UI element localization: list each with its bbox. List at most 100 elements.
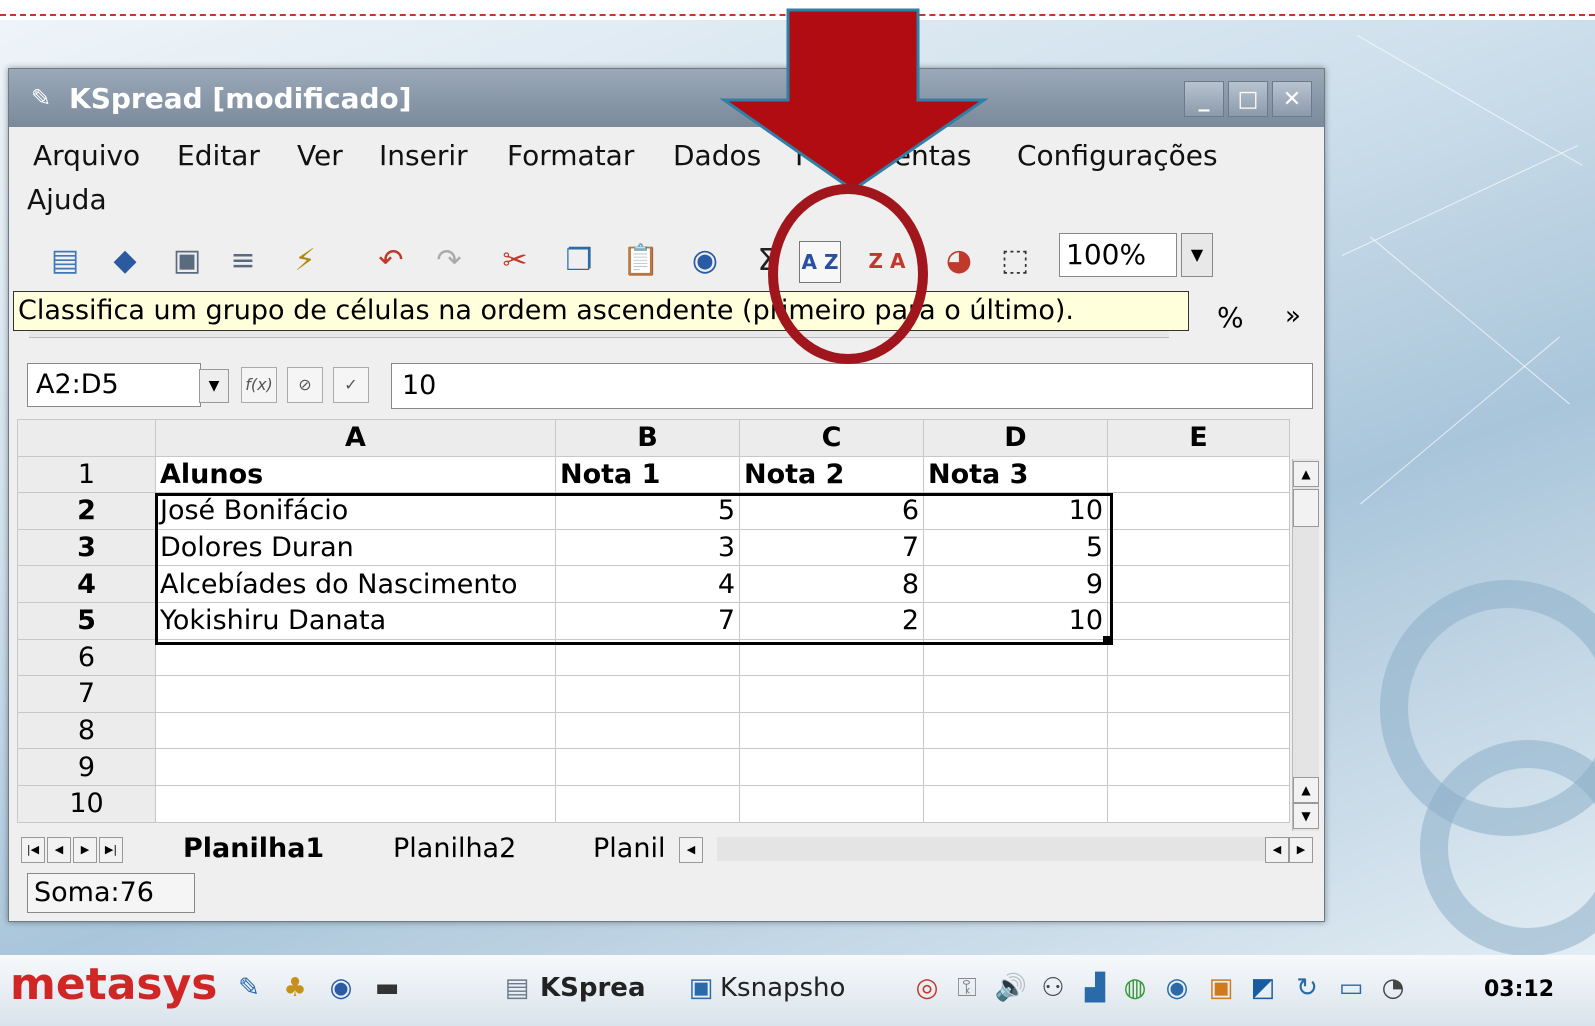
fill-handle[interactable] [1103,636,1111,644]
first-sheet-icon[interactable]: |◀ [21,837,45,863]
tab-planilha3[interactable]: Planil [593,833,665,865]
cell[interactable]: 2 [739,601,924,640]
menu-inserir[interactable]: Inserir [379,139,468,172]
column-header-c[interactable]: C [739,419,924,457]
ksnapshot-task[interactable]: Ksnapsho [720,971,845,1005]
last-sheet-icon[interactable]: ▶| [99,837,123,863]
scroll-thumb[interactable] [1293,489,1319,527]
tab-planilha1[interactable]: Planilha1 [183,833,324,865]
display-icon[interactable]: ▭ [1334,971,1368,1005]
menu-ajuda[interactable]: Ajuda [27,183,107,216]
row-header[interactable]: 4 [17,565,156,603]
tray-icon[interactable]: ◩ [1246,971,1280,1005]
chart-icon[interactable]: ◕ [939,241,979,281]
column-header-b[interactable]: B [555,419,740,457]
cell[interactable] [1107,565,1290,603]
menu-formatar[interactable]: Formatar [507,139,634,172]
accept-edit-icon[interactable]: ✓ [333,367,369,403]
cell[interactable] [923,784,1108,823]
cell[interactable] [1107,784,1290,823]
launcher-icon[interactable]: ♣ [278,971,312,1005]
globe-icon[interactable]: ◉ [1160,971,1194,1005]
ksnapshot-task-icon[interactable]: ▣ [684,971,718,1005]
cell[interactable] [739,748,924,786]
cell[interactable]: 5 [555,492,740,530]
browser-icon[interactable]: ◉ [324,971,358,1005]
cell[interactable]: Nota 2 [739,455,924,494]
lock-icon[interactable]: ⚿ [950,971,984,1005]
menu-editar[interactable]: Editar [177,139,260,172]
previous-sheet-icon[interactable]: ◀ [47,837,71,863]
scroll-right-icon[interactable]: ▶ [1289,837,1313,863]
close-button[interactable]: ✕ [1272,81,1312,117]
autosum-icon[interactable]: Σ [747,241,787,281]
cell[interactable] [155,711,556,750]
cell[interactable] [1107,638,1290,677]
cell[interactable] [555,675,740,713]
horizontal-scrollbar[interactable] [717,837,1277,861]
print-preview-icon[interactable]: ⚡ [285,241,325,281]
cell[interactable]: José Bonifácio [155,492,556,530]
kspread-task-icon[interactable]: ▤ [500,971,534,1005]
volume-icon[interactable]: 🔊 [994,971,1028,1005]
tray-icon[interactable]: ▣ [1204,971,1238,1005]
cell[interactable]: 6 [739,492,924,530]
scroll-up-icon[interactable]: ▲ [1293,461,1319,487]
cell[interactable] [923,675,1108,713]
cell[interactable] [923,711,1108,750]
cell[interactable] [155,675,556,713]
formula-input[interactable]: 10 [391,363,1313,409]
row-header[interactable]: 3 [17,528,156,567]
cell[interactable]: 10 [923,492,1108,530]
column-header-a[interactable]: A [155,419,556,457]
row-header[interactable]: 5 [17,601,156,640]
corner-select-all[interactable] [17,419,156,457]
percent-format-button[interactable]: % [1217,301,1244,334]
undo-icon[interactable]: ↶ [371,241,411,281]
row-header[interactable]: 8 [17,711,156,750]
save-icon[interactable]: ▣ [167,241,207,281]
new-document-icon[interactable]: ▤ [45,241,85,281]
cell[interactable]: 10 [923,601,1108,640]
cell[interactable]: Yokishiru Danata [155,601,556,640]
scroll-left-icon[interactable]: ◀ [1265,837,1289,863]
menu-ver[interactable]: Ver [297,139,343,172]
title-bar[interactable]: ✎ KSpread [modificado] _ □ ✕ [9,69,1324,127]
scroll-up-icon[interactable]: ▲ [1293,777,1319,803]
cell[interactable] [739,638,924,677]
cell[interactable]: 5 [923,528,1108,567]
update-icon[interactable]: ↻ [1290,971,1324,1005]
sort-ascending-icon[interactable]: A Z ↓ [799,241,841,314]
row-header[interactable]: 10 [17,784,156,823]
cell[interactable] [739,675,924,713]
row-header[interactable]: 1 [17,455,156,494]
cell[interactable]: Nota 3 [923,455,1108,494]
cell[interactable] [1107,675,1290,713]
insert-function-button[interactable]: f(x) [241,367,277,403]
web-link-icon[interactable]: ◉ [685,241,725,281]
redo-icon[interactable]: ↷ [429,241,469,281]
cancel-edit-icon[interactable]: ⊘ [287,367,323,403]
toolbar-overflow-button[interactable]: » [1285,301,1301,331]
maximize-button[interactable]: □ [1228,81,1268,117]
signal-icon[interactable]: ▟ [1078,971,1112,1005]
cell[interactable] [1107,601,1290,640]
chat-icon[interactable]: ◍ [1118,971,1152,1005]
row-header[interactable]: 2 [17,492,156,530]
cell-reference-dropdown-icon[interactable]: ▼ [199,369,229,403]
cell[interactable] [1107,455,1290,494]
terminal-icon[interactable]: ▬ [370,971,404,1005]
tray-icon[interactable]: ◎ [910,971,944,1005]
cell[interactable]: 7 [739,528,924,567]
cell[interactable]: Nota 1 [555,455,740,494]
scroll-left-icon[interactable]: ◀ [679,837,703,863]
cell[interactable] [1107,711,1290,750]
clock-icon[interactable]: ◔ [1376,971,1410,1005]
menu-arquivo[interactable]: Arquivo [33,139,140,172]
cell-reference-field[interactable]: A2:D5 [27,363,201,407]
cell[interactable] [555,711,740,750]
column-header-e[interactable]: E [1107,419,1290,457]
tab-planilha2[interactable]: Planilha2 [393,833,516,865]
insert-object-icon[interactable]: ⬚ [995,241,1035,281]
cell[interactable]: 3 [555,528,740,567]
